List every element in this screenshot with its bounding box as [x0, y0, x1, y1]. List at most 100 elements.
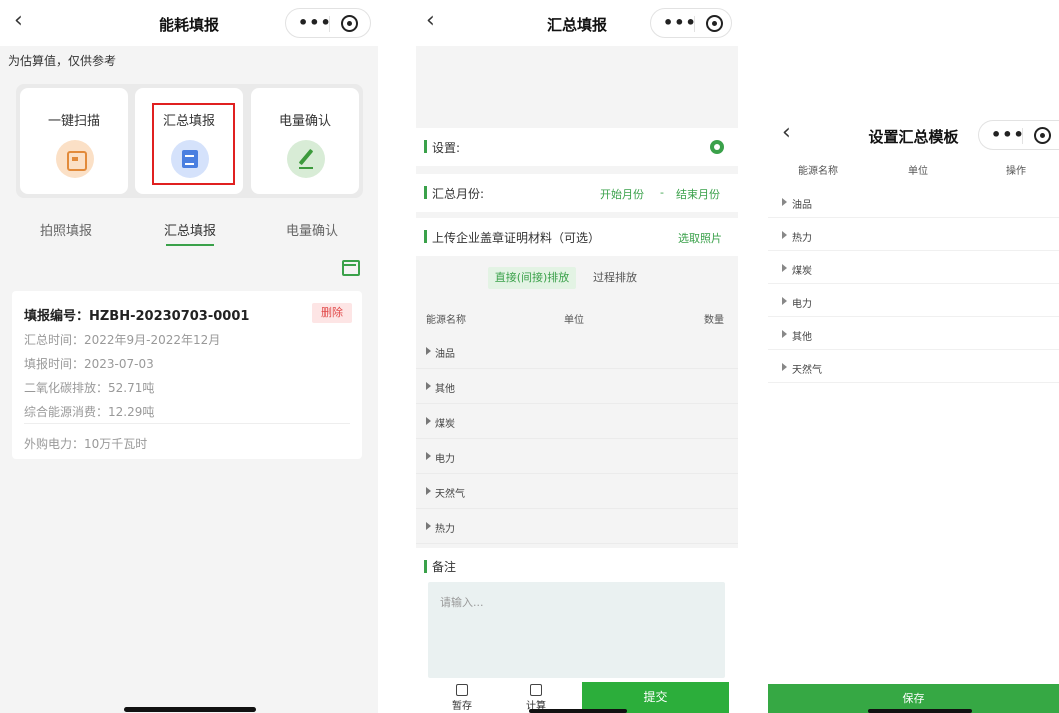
- delete-button[interactable]: 删除: [312, 303, 352, 323]
- section-marker: [424, 230, 427, 243]
- list-item[interactable]: 其他: [416, 370, 738, 404]
- upload-row: 上传企业盖章证明材料（可选） 选取照片: [416, 218, 738, 256]
- list-item[interactable]: 油品: [416, 335, 738, 369]
- capsule-divider: [1022, 128, 1023, 144]
- remark-textarea[interactable]: 请输入...: [428, 582, 725, 678]
- settings-row: 设置:: [416, 128, 738, 166]
- column-unit: 单位: [564, 315, 584, 326]
- draft-label: 暂存: [452, 701, 472, 712]
- month-label: 汇总月份:: [432, 187, 485, 201]
- menu-capsule[interactable]: •••: [650, 8, 732, 38]
- list-item[interactable]: 天然气: [768, 351, 1059, 383]
- expand-triangle-icon: [426, 417, 431, 425]
- capsule-divider: [329, 16, 330, 32]
- summary-time: 汇总时间：2022年9月-2022年12月: [24, 333, 221, 347]
- active-tab-underline: [166, 244, 214, 246]
- list-item[interactable]: 热力: [768, 219, 1059, 251]
- settings-gear-icon[interactable]: [710, 140, 724, 154]
- list-item[interactable]: 电力: [768, 285, 1059, 317]
- calculate-button[interactable]: 计算: [516, 682, 556, 712]
- more-icon[interactable]: •••: [298, 13, 332, 32]
- expand-triangle-icon: [782, 297, 787, 305]
- close-miniprogram-icon[interactable]: [1034, 127, 1051, 144]
- tab-process-emission[interactable]: 过程排放: [584, 267, 646, 289]
- record-number: 填报编号：HZBH-20230703-0001: [24, 309, 250, 324]
- calendar-icon[interactable]: [338, 256, 360, 276]
- table-header: 能源名称 单位 数量: [416, 301, 738, 333]
- list-item[interactable]: 煤炭: [768, 252, 1059, 284]
- screen-energy-report: ‹ 能耗填报 ••• 为估算值，仅供参考 一键扫描 汇总填报 电量确认 拍照填报…: [0, 0, 378, 713]
- expand-triangle-icon: [426, 487, 431, 495]
- nav-bar: ‹ 汇总填报 •••: [416, 0, 738, 46]
- emission-type-tabs: 直接(间接)排放 过程排放: [416, 257, 738, 301]
- month-row: 汇总月份: 开始月份 - 结束月份: [416, 174, 738, 212]
- upload-label: 上传企业盖章证明材料（可选）: [432, 231, 601, 245]
- remark-label: 备注: [432, 560, 457, 574]
- estimate-notice: 为估算值，仅供参考: [8, 54, 117, 68]
- column-quantity: 数量: [704, 315, 724, 326]
- highlight-box: [152, 103, 235, 185]
- nav-bar: ‹ 能耗填报 •••: [0, 0, 378, 46]
- tab-photo-report[interactable]: 拍照填报: [40, 220, 92, 239]
- settings-label: 设置:: [432, 141, 461, 155]
- expand-triangle-icon: [782, 330, 787, 338]
- co2-emission: 二氧化碳排放：52.71吨: [24, 381, 155, 395]
- expand-triangle-icon: [782, 363, 787, 371]
- start-month-picker[interactable]: 开始月份: [600, 186, 644, 202]
- expand-triangle-icon: [782, 198, 787, 206]
- expand-triangle-icon: [782, 231, 787, 239]
- screen-summary-report: ‹ 汇总填报 ••• 设置: 汇总月份: 开始月份 - 结束月份 上传企业盖章证…: [416, 0, 738, 713]
- list-item[interactable]: 油品: [768, 186, 1059, 218]
- table-header: 能源名称 单位 操作: [768, 160, 1059, 184]
- draft-button[interactable]: 暂存: [442, 682, 482, 712]
- card-label: 电量确认: [278, 114, 331, 129]
- remark-placeholder: 请输入...: [440, 596, 484, 609]
- pen-sign-icon: [287, 140, 325, 178]
- section-marker: [424, 186, 427, 199]
- fill-time: 填报时间：2023-07-03: [24, 357, 154, 371]
- expand-triangle-icon: [426, 382, 431, 390]
- expand-triangle-icon: [426, 522, 431, 530]
- column-action: 操作: [1006, 166, 1026, 177]
- end-month-picker[interactable]: 结束月份: [676, 186, 720, 202]
- energy-consumption: 综合能源消费：12.29吨: [24, 405, 155, 419]
- month-separator: -: [660, 186, 664, 199]
- tab-direct-emission[interactable]: 直接(间接)排放: [488, 267, 576, 289]
- menu-capsule[interactable]: •••: [285, 8, 371, 38]
- tab-bar: 拍照填报 汇总填报 电量确认: [0, 212, 378, 252]
- close-miniprogram-icon[interactable]: [341, 15, 358, 32]
- save-draft-icon: [456, 684, 468, 696]
- column-energy-name: 能源名称: [426, 315, 466, 326]
- tab-summary-report[interactable]: 汇总填报: [164, 220, 216, 239]
- column-energy-name: 能源名称: [798, 166, 838, 177]
- card-quick-scan[interactable]: 一键扫描: [20, 88, 128, 194]
- list-item[interactable]: 天然气: [416, 475, 738, 509]
- home-indicator: [124, 707, 256, 712]
- list-item[interactable]: 其他: [768, 318, 1059, 350]
- scan-icon: [56, 140, 94, 178]
- column-unit: 单位: [908, 166, 928, 177]
- menu-capsule[interactable]: •••: [978, 120, 1059, 150]
- select-photo-button[interactable]: 选取照片: [678, 230, 722, 246]
- home-indicator: [529, 709, 627, 713]
- list-item[interactable]: 煤炭: [416, 405, 738, 439]
- section-marker: [424, 560, 427, 573]
- list-item[interactable]: 电力: [416, 440, 738, 474]
- report-record-card[interactable]: 填报编号：HZBH-20230703-0001 删除 汇总时间：2022年9月-…: [12, 291, 362, 459]
- screen-template-settings: ‹ 设置汇总模板 ••• 能源名称 单位 操作 油品 热力 煤炭 电力 其他 天…: [768, 0, 1059, 713]
- expand-triangle-icon: [426, 452, 431, 460]
- section-marker: [424, 140, 427, 153]
- divider: [24, 423, 350, 424]
- more-icon[interactable]: •••: [991, 125, 1025, 144]
- list-item[interactable]: 热力: [416, 510, 738, 544]
- expand-triangle-icon: [782, 264, 787, 272]
- capsule-divider: [694, 16, 695, 32]
- home-indicator: [868, 709, 972, 713]
- card-label: 一键扫描: [47, 114, 100, 129]
- close-miniprogram-icon[interactable]: [706, 15, 723, 32]
- card-power-confirm[interactable]: 电量确认: [251, 88, 359, 194]
- expand-triangle-icon: [426, 347, 431, 355]
- more-icon[interactable]: •••: [663, 13, 697, 32]
- calculator-icon: [530, 684, 542, 696]
- tab-power-confirm[interactable]: 电量确认: [286, 220, 338, 239]
